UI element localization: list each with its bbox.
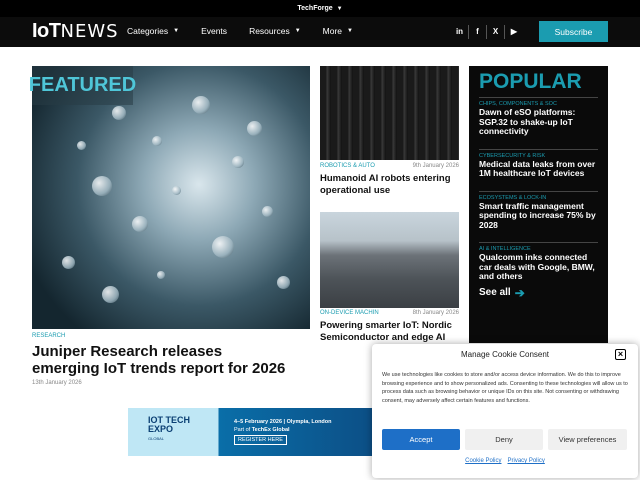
featured-image[interactable] [32, 66, 310, 329]
bubble [132, 216, 148, 232]
social-links: in f X ▶ [451, 25, 523, 39]
arrow-right-icon: ➔ [514, 285, 525, 300]
banner-part-of: Part of TechEx Global [234, 426, 332, 434]
cookie-links: Cookie Policy Privacy Policy [372, 458, 638, 464]
popular-title[interactable]: Medical data leaks from over 1M healthca… [479, 159, 598, 179]
article-meta: ON-DEVICE MACHIN 8th January 2026 [320, 310, 459, 316]
banner-part-of-brand: TechEx Global [251, 427, 290, 433]
linkedin-icon[interactable]: in [451, 25, 469, 39]
banner-logo: IOT TECH EXPO GLOBAL [128, 408, 218, 456]
cookie-consent-dialog: Manage Cookie Consent × We use technolog… [372, 344, 638, 478]
logo-iot: IoT [32, 20, 61, 42]
bubble [277, 276, 290, 289]
bubble [247, 121, 262, 136]
bubble [102, 286, 119, 303]
bubble [62, 256, 75, 269]
article-title[interactable]: Humanoid AI robots entering operational … [320, 173, 460, 197]
menu-categories-label: Categories [127, 26, 169, 36]
bubble [172, 186, 181, 195]
menu-resources[interactable]: Resources ▼ [249, 26, 301, 36]
article-meta: ROBOTICS & AUTO 9th January 2026 [320, 163, 459, 169]
site-logo[interactable]: IoTNEWS [32, 20, 119, 43]
x-icon[interactable]: X [487, 25, 505, 39]
popular-title[interactable]: Qualcomm inks connected car deals with G… [479, 252, 598, 282]
facebook-icon[interactable]: f [469, 25, 487, 39]
main-menu: Categories ▼ Events Resources ▼ More ▼ [127, 26, 375, 36]
article-title[interactable]: Powering smarter IoT: Nordic Semiconduct… [320, 320, 460, 344]
chevron-down-icon: ▼ [347, 28, 353, 34]
article-category[interactable]: ROBOTICS & AUTO [320, 163, 375, 169]
menu-more-label: More [322, 26, 343, 36]
see-all-label: See all [479, 287, 511, 298]
popular-item[interactable]: ECOSYSTEMS & LOCK-IN Smart traffic manag… [479, 190, 598, 231]
article-image-robotics[interactable] [320, 66, 459, 160]
bubble [212, 236, 234, 258]
popular-category[interactable]: ECOSYSTEMS & LOCK-IN [479, 195, 598, 201]
see-all-link[interactable]: See all ➔ [479, 286, 598, 300]
popular-heading: POPULAR [479, 70, 582, 93]
banner-line3: GLOBAL [148, 436, 165, 441]
menu-events-label: Events [201, 26, 228, 36]
featured-category[interactable]: RESEARCH [32, 333, 65, 339]
chevron-down-icon: ▼ [294, 28, 301, 34]
popular-item[interactable]: CYBERSECURITY & RISK Medical data leaks … [479, 148, 598, 179]
youtube-icon[interactable]: ▶ [505, 25, 523, 39]
accept-button[interactable]: Accept [382, 429, 460, 450]
techforge-topbar[interactable]: TechForge ▼ [0, 0, 640, 17]
popular-category[interactable]: CYBERSECURITY & RISK [479, 153, 598, 159]
bubble [157, 271, 165, 279]
subscribe-button[interactable]: Subscribe [539, 21, 608, 42]
popular-title[interactable]: Dawn of eSO platforms: SGP.32 to shake-u… [479, 107, 598, 137]
bubble [152, 136, 162, 146]
techforge-label[interactable]: TechForge [297, 5, 332, 12]
article-category[interactable]: ON-DEVICE MACHIN [320, 310, 379, 316]
banner-details: 4–5 February 2026 | Olympia, London Part… [218, 408, 332, 456]
featured-date: 13th January 2026 [32, 380, 82, 386]
bubble [262, 206, 273, 217]
menu-events[interactable]: Events [201, 26, 227, 36]
deny-button[interactable]: Deny [465, 429, 543, 450]
bubble [232, 156, 244, 168]
view-preferences-button[interactable]: View preferences [548, 429, 627, 450]
article-image-nordic[interactable] [320, 212, 459, 308]
menu-resources-label: Resources [249, 26, 290, 36]
cookie-text: We use technologies like cookies to stor… [382, 372, 628, 404]
bubble [77, 141, 86, 150]
event-banner[interactable]: IOT TECH EXPO GLOBAL 4–5 February 2026 |… [128, 408, 373, 456]
menu-more[interactable]: More ▼ [323, 26, 353, 36]
popular-panel: POPULAR CHIPS, COMPONENTS & SOC Dawn of … [469, 66, 608, 343]
banner-date-place: 4–5 February 2026 | Olympia, London [234, 419, 332, 425]
logo-news: NEWS [60, 21, 119, 42]
article-date: 8th January 2026 [412, 310, 459, 316]
featured-badge: FEATURED [29, 66, 136, 105]
register-button[interactable]: REGISTER HERE [234, 435, 287, 445]
main-nav: IoTNEWS Categories ▼ Events Resources ▼ Mo… [0, 17, 640, 47]
popular-item[interactable]: AI & INTELLIGENCE Qualcomm inks connecte… [479, 242, 598, 282]
popular-title[interactable]: Smart traffic management spending to inc… [479, 201, 598, 231]
banner-line2: EXPO [148, 424, 174, 434]
cookie-title: Manage Cookie Consent [460, 350, 550, 359]
bubble [112, 106, 126, 120]
bubble [192, 96, 210, 114]
popular-item[interactable]: CHIPS, COMPONENTS & SOC Dawn of eSO plat… [479, 97, 598, 137]
featured-title[interactable]: Juniper Research releases emerging IoT t… [32, 343, 292, 377]
bubble [92, 176, 112, 196]
cookie-policy-link[interactable]: Cookie Policy [465, 458, 501, 464]
banner-part-of-prefix: Part of [234, 427, 252, 433]
privacy-policy-link[interactable]: Privacy Policy [508, 458, 545, 464]
article-date: 9th January 2026 [412, 163, 459, 169]
chevron-down-icon: ▼ [336, 5, 343, 12]
chevron-down-icon: ▼ [173, 28, 180, 34]
close-icon[interactable]: × [615, 349, 626, 360]
menu-categories[interactable]: Categories ▼ [127, 26, 179, 36]
